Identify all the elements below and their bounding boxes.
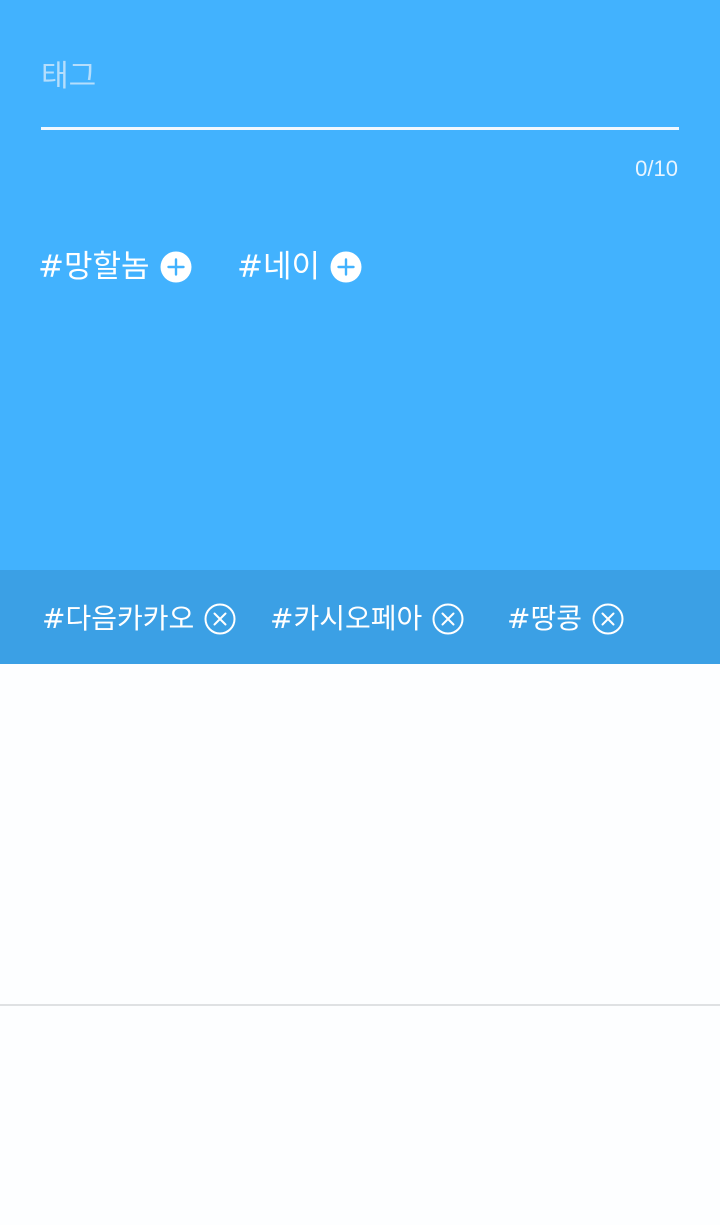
tag-input-underline [41, 127, 679, 130]
selected-tag-chip[interactable]: #카시오페아 [270, 596, 464, 642]
selected-tag-label: #땅콩 [507, 602, 582, 635]
selected-tag-label: #카시오페아 [270, 602, 423, 635]
selected-tag-chip[interactable]: #다음카카오 [42, 596, 236, 642]
suggestion-tag[interactable]: #네이 [237, 244, 362, 290]
suggestion-tag-label: #망할놈 [38, 249, 150, 285]
character-counter: 0/10 [635, 156, 678, 181]
remove-circle-icon[interactable] [592, 603, 624, 635]
remove-circle-icon[interactable] [432, 603, 464, 635]
suggestion-tag-label: #네이 [237, 249, 321, 285]
tag-input-panel: 0/10 #망할놈 #네이 [0, 0, 720, 570]
plus-circle-icon[interactable] [160, 251, 192, 283]
selected-tag-label: #다음카카오 [42, 602, 195, 635]
tag-input[interactable] [41, 52, 679, 100]
suggestion-tag[interactable]: #망할놈 [38, 244, 192, 290]
plus-circle-icon[interactable] [330, 251, 362, 283]
bottom-divider [0, 1004, 720, 1006]
remove-circle-icon[interactable] [204, 603, 236, 635]
selected-tag-chip[interactable]: #땅콩 [507, 596, 624, 642]
